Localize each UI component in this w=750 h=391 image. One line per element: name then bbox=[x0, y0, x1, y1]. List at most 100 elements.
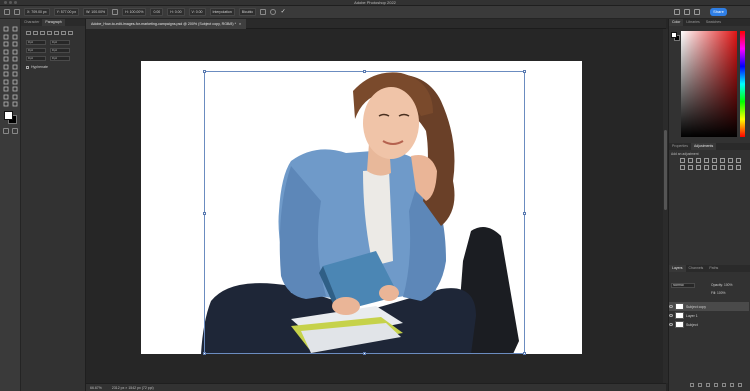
threshold-icon[interactable] bbox=[720, 165, 725, 170]
share-button[interactable]: Share bbox=[710, 8, 727, 16]
eyedropper-icon[interactable] bbox=[12, 49, 18, 55]
handle-top-left[interactable] bbox=[203, 70, 206, 73]
warp-icon[interactable] bbox=[260, 9, 267, 15]
visibility-eye-icon[interactable] bbox=[669, 305, 673, 308]
path-select-icon[interactable] bbox=[3, 94, 9, 100]
layout-icon[interactable] bbox=[694, 9, 700, 15]
vibrance-icon[interactable] bbox=[712, 158, 717, 163]
layer-row-subject-copy[interactable]: Subject copy bbox=[669, 302, 749, 311]
handle-middle-left[interactable] bbox=[203, 212, 206, 215]
document-info[interactable]: 2312 px × 1542 px (72 ppi) bbox=[112, 386, 154, 390]
blur-icon[interactable] bbox=[3, 79, 9, 85]
pen-tool-icon[interactable] bbox=[3, 86, 9, 92]
tab-character[interactable]: Character bbox=[21, 19, 42, 26]
quick-select-icon[interactable] bbox=[3, 41, 9, 47]
frame-tool-icon[interactable] bbox=[3, 49, 9, 55]
history-brush-icon[interactable] bbox=[12, 64, 18, 70]
width-scale-field[interactable]: W: 100.00% bbox=[83, 8, 109, 16]
move-tool-icon[interactable] bbox=[3, 26, 9, 32]
tab-channels[interactable]: Channels bbox=[686, 265, 707, 272]
visibility-eye-icon[interactable] bbox=[669, 314, 673, 317]
commit-transform-icon[interactable]: ✓ bbox=[280, 9, 286, 15]
interpolation-mode-select[interactable]: Bicubic bbox=[238, 8, 257, 16]
justify-left-icon[interactable] bbox=[47, 31, 52, 35]
fill-field[interactable]: Fill: 100% bbox=[711, 291, 725, 295]
link-icon[interactable] bbox=[112, 9, 119, 15]
tab-libraries[interactable]: Libraries bbox=[683, 19, 702, 26]
rectangle-tool-icon[interactable] bbox=[12, 94, 18, 100]
selective-color-icon[interactable] bbox=[736, 165, 741, 170]
tab-paths[interactable]: Paths bbox=[706, 265, 721, 272]
space-after-input[interactable]: 0 pt bbox=[26, 56, 46, 61]
tab-layers[interactable]: Layers bbox=[669, 265, 686, 272]
interpolation-select[interactable]: Interpolation bbox=[209, 8, 235, 16]
screen-mode-icon[interactable] bbox=[12, 128, 18, 134]
y-position-field[interactable]: Y: 577.00 px bbox=[53, 8, 80, 16]
transform-bounding-box[interactable] bbox=[203, 70, 526, 355]
document-tab[interactable]: Adobe_How-to-edit-images-for-marketing-c… bbox=[86, 19, 247, 29]
hue-slider[interactable] bbox=[740, 31, 745, 137]
crop-tool-icon[interactable] bbox=[12, 41, 18, 47]
tab-swatches[interactable]: Swatches bbox=[703, 19, 724, 26]
gradient-icon[interactable] bbox=[12, 71, 18, 77]
close-document-icon[interactable]: × bbox=[239, 19, 241, 29]
exposure-icon[interactable] bbox=[704, 158, 709, 163]
handle-bottom-center[interactable] bbox=[363, 352, 366, 355]
link-layers-icon[interactable] bbox=[690, 383, 694, 387]
type-tool-icon[interactable] bbox=[12, 86, 18, 92]
scrollbar-thumb[interactable] bbox=[664, 130, 667, 210]
artboard-icon[interactable] bbox=[12, 26, 18, 32]
opacity-field[interactable]: Opacity: 100% bbox=[711, 283, 732, 287]
space-extra-input[interactable]: 0 pt bbox=[50, 56, 70, 61]
handle-middle-right[interactable] bbox=[523, 212, 526, 215]
new-layer-icon[interactable] bbox=[730, 383, 734, 387]
v-skew-field[interactable]: V: 0.00 bbox=[188, 8, 206, 16]
transform-tool-icon[interactable] bbox=[14, 9, 20, 15]
search-icon[interactable] bbox=[674, 9, 680, 15]
layer-row-subject[interactable]: Subject bbox=[669, 320, 749, 329]
invert-icon[interactable] bbox=[704, 165, 709, 170]
quick-mask-icon[interactable] bbox=[3, 128, 9, 134]
hyphenate-checkbox[interactable]: Hyphenate bbox=[26, 65, 48, 69]
handle-bottom-right[interactable] bbox=[523, 352, 526, 355]
space-before-input[interactable]: 0 pt bbox=[50, 48, 70, 53]
color-picker-field[interactable] bbox=[681, 31, 737, 137]
align-center-icon[interactable] bbox=[33, 31, 38, 35]
tab-properties[interactable]: Properties bbox=[669, 143, 691, 150]
rotate-field[interactable]: 0.00 bbox=[150, 8, 164, 16]
curves-icon[interactable] bbox=[696, 158, 701, 163]
x-position-field[interactable]: X: 709.00 px bbox=[24, 8, 50, 16]
visibility-eye-icon[interactable] bbox=[669, 323, 673, 326]
blend-mode-select[interactable]: Normal bbox=[671, 283, 695, 288]
home-icon[interactable] bbox=[4, 9, 10, 15]
healing-brush-icon[interactable] bbox=[3, 56, 9, 62]
height-scale-field[interactable]: H: 100.00% bbox=[122, 8, 147, 16]
first-line-indent-input[interactable]: 0 pt bbox=[26, 48, 46, 53]
new-group-icon[interactable] bbox=[722, 383, 726, 387]
align-left-icon[interactable] bbox=[26, 31, 31, 35]
layer-style-icon[interactable] bbox=[698, 383, 702, 387]
handle-bottom-left[interactable] bbox=[203, 352, 206, 355]
foreground-color-swatch[interactable] bbox=[4, 111, 13, 120]
color-lookup-icon[interactable] bbox=[696, 165, 701, 170]
tab-color[interactable]: Color bbox=[669, 19, 684, 26]
channel-mixer-icon[interactable] bbox=[688, 165, 693, 170]
hyphenate-check-icon[interactable] bbox=[26, 65, 29, 69]
color-panel-foreground-swatch[interactable] bbox=[671, 32, 677, 38]
tab-adjustments[interactable]: Adjustments bbox=[690, 143, 717, 150]
justify-all-icon[interactable] bbox=[68, 31, 73, 35]
gradient-map-icon[interactable] bbox=[728, 165, 733, 170]
new-adjustment-icon[interactable] bbox=[714, 383, 718, 387]
add-mask-icon[interactable] bbox=[706, 383, 710, 387]
posterize-icon[interactable] bbox=[712, 165, 717, 170]
brightness-contrast-icon[interactable] bbox=[680, 158, 685, 163]
h-skew-field[interactable]: H: 0.00 bbox=[167, 8, 185, 16]
marquee-tool-icon[interactable] bbox=[3, 34, 9, 40]
lasso-tool-icon[interactable] bbox=[12, 34, 18, 40]
align-right-icon[interactable] bbox=[40, 31, 45, 35]
handle-top-right[interactable] bbox=[523, 70, 526, 73]
zoom-level[interactable]: 66.67% bbox=[90, 386, 102, 390]
zoom-tool-icon[interactable] bbox=[12, 101, 18, 107]
workspace-icon[interactable] bbox=[684, 9, 690, 15]
eraser-icon[interactable] bbox=[3, 71, 9, 77]
